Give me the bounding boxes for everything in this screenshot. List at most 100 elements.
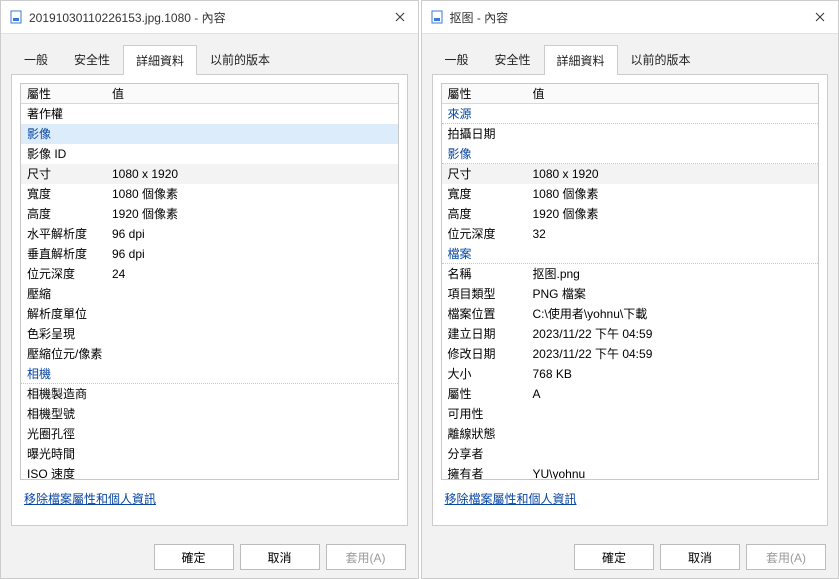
property-row[interactable]: 光圈孔徑 [21,424,398,444]
property-name: 名稱 [448,265,533,283]
property-row[interactable]: 項目類型PNG 檔案 [442,284,819,304]
section-row[interactable]: 來源 [442,104,819,124]
property-row[interactable]: 位元深度32 [442,224,819,244]
property-row[interactable]: 屬性A [442,384,819,404]
property-row[interactable]: 擁有者YU\yohnu [442,464,819,480]
property-name: 尺寸 [27,165,112,183]
property-value: 2023/11/22 下午 04:59 [533,345,813,363]
property-row[interactable]: ISO 速度 [21,464,398,480]
property-row[interactable]: 曝光時間 [21,444,398,464]
tab-security[interactable]: 安全性 [482,44,544,74]
property-row[interactable]: 影像 ID [21,144,398,164]
properties-dialog-left: 20191030110226153.jpg.1080 - 內容 一般 安全性 詳… [0,0,419,579]
tab-security[interactable]: 安全性 [61,44,123,74]
property-name: 垂直解析度 [27,245,112,263]
header-value: 值 [533,85,813,103]
property-name: 高度 [27,205,112,223]
property-name: 影像 [27,125,112,143]
property-name: 相機製造商 [27,385,112,403]
titlebar: 抠图 - 內容 [422,1,839,34]
property-name: 相機 [27,365,112,383]
properties-dialog-right: 抠图 - 內容 一般 安全性 詳細資料 以前的版本 屬性 值 來源拍攝日期影像尺… [421,0,839,579]
property-name: 光圈孔徑 [27,425,112,443]
property-row[interactable]: 可用性 [442,404,819,424]
ok-button[interactable]: 確定 [154,544,234,570]
property-value: 1080 x 1920 [533,165,813,183]
property-row[interactable]: 寬度1080 個像素 [21,184,398,204]
property-name: 來源 [448,105,533,123]
property-row[interactable]: 壓縮 [21,284,398,304]
properties-list[interactable]: 屬性 值 著作權影像影像 ID尺寸1080 x 1920寬度1080 個像素高度… [20,83,399,480]
property-row[interactable]: 垂直解析度96 dpi [21,244,398,264]
property-row[interactable]: 分享者 [442,444,819,464]
remove-properties-link[interactable]: 移除檔案屬性和個人資訊 [445,492,577,506]
section-row[interactable]: 影像 [442,144,819,164]
property-row[interactable]: 尺寸1080 x 1920 [21,164,398,184]
property-name: 屬性 [448,385,533,403]
list-header: 屬性 值 [21,84,398,104]
ok-button[interactable]: 確定 [574,544,654,570]
property-row[interactable]: 檔案位置C:\使用者\yohnu\下載 [442,304,819,324]
property-value: 抠图.png [533,265,813,283]
property-row[interactable]: 相機製造商 [21,384,398,404]
property-name: 壓縮 [27,285,112,303]
property-row[interactable]: 壓縮位元/像素 [21,344,398,364]
property-name: 位元深度 [27,265,112,283]
property-row[interactable]: 色彩呈現 [21,324,398,344]
apply-button[interactable]: 套用(A) [746,544,826,570]
apply-button[interactable]: 套用(A) [326,544,406,570]
property-row[interactable]: 大小768 KB [442,364,819,384]
property-name: 影像 [448,145,533,163]
property-name: 尺寸 [448,165,533,183]
window-title: 抠图 - 內容 [450,9,811,26]
property-name: 擁有者 [448,465,533,480]
close-button[interactable] [390,7,410,27]
tab-general[interactable]: 一般 [11,44,61,74]
header-key: 屬性 [27,85,112,103]
property-row[interactable]: 修改日期2023/11/22 下午 04:59 [442,344,819,364]
property-value: A [533,385,813,403]
property-name: 大小 [448,365,533,383]
tab-bar: 一般 安全性 詳細資料 以前的版本 [422,34,839,74]
cancel-button[interactable]: 取消 [240,544,320,570]
property-value: 1080 x 1920 [112,165,392,183]
tab-previous[interactable]: 以前的版本 [618,44,704,74]
property-name: ISO 速度 [27,465,112,480]
tab-details[interactable]: 詳細資料 [544,45,618,75]
property-value: 2023/11/22 下午 04:59 [533,325,813,343]
property-value: 96 dpi [112,245,392,263]
section-row[interactable]: 影像 [21,124,398,144]
close-button[interactable] [810,7,830,27]
property-row[interactable]: 尺寸1080 x 1920 [442,164,819,184]
property-name: 解析度單位 [27,305,112,323]
titlebar: 20191030110226153.jpg.1080 - 內容 [1,1,418,34]
property-row[interactable]: 水平解析度96 dpi [21,224,398,244]
property-row[interactable]: 名稱抠图.png [442,264,819,284]
property-row[interactable]: 寬度1080 個像素 [442,184,819,204]
window-title: 20191030110226153.jpg.1080 - 內容 [29,9,390,26]
property-row[interactable]: 著作權 [21,104,398,124]
property-row[interactable]: 解析度單位 [21,304,398,324]
tab-details[interactable]: 詳細資料 [123,45,197,75]
property-row[interactable]: 高度1920 個像素 [21,204,398,224]
remove-properties-link[interactable]: 移除檔案屬性和個人資訊 [24,492,156,506]
property-name: 修改日期 [448,345,533,363]
properties-list[interactable]: 屬性 值 來源拍攝日期影像尺寸1080 x 1920寬度1080 個像素高度19… [441,83,820,480]
tab-general[interactable]: 一般 [432,44,482,74]
property-row[interactable]: 相機型號 [21,404,398,424]
cancel-button[interactable]: 取消 [660,544,740,570]
section-row[interactable]: 檔案 [442,244,819,264]
file-icon [9,10,23,24]
property-value: 768 KB [533,365,813,383]
property-row[interactable]: 位元深度24 [21,264,398,284]
property-row[interactable]: 拍攝日期 [442,124,819,144]
property-row[interactable]: 建立日期2023/11/22 下午 04:59 [442,324,819,344]
property-row[interactable]: 高度1920 個像素 [442,204,819,224]
property-value: 1080 個像素 [112,185,392,203]
property-row[interactable]: 離線狀態 [442,424,819,444]
property-value: 24 [112,265,392,283]
section-row[interactable]: 相機 [21,364,398,384]
tab-previous[interactable]: 以前的版本 [197,44,283,74]
property-value: 32 [533,225,813,243]
button-bar: 確定 取消 套用(A) [422,536,839,578]
